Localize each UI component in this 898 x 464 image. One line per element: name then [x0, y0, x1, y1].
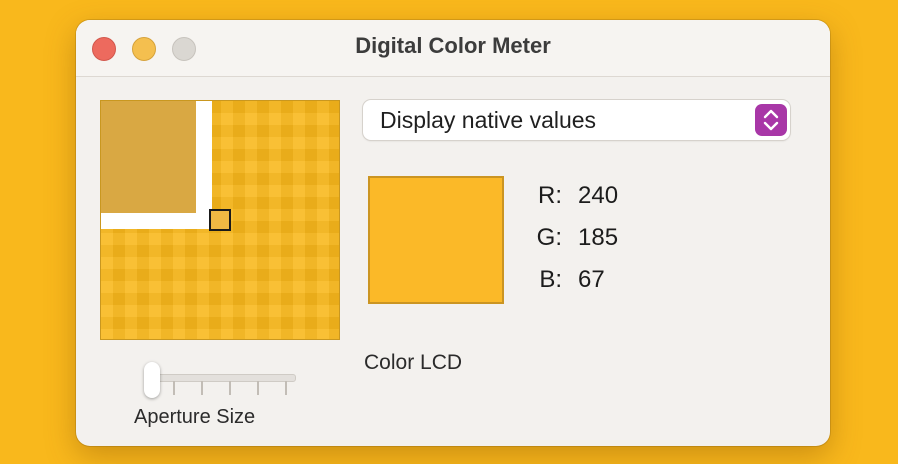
slider-tick: [257, 381, 259, 395]
magnifier-view: [100, 100, 340, 340]
aperture-size-slider[interactable]: [144, 362, 298, 398]
slider-tick: [201, 381, 203, 395]
digital-color-meter-window: Digital Color Meter Aperture Size Displa…: [76, 20, 830, 446]
titlebar: Digital Color Meter: [76, 20, 830, 77]
blue-label: B:: [539, 266, 562, 293]
display-values-dropdown[interactable]: Display native values: [363, 100, 790, 140]
aperture-indicator: [209, 209, 231, 231]
slider-tick: [285, 381, 287, 395]
slider-tick: [229, 381, 231, 395]
green-label: G:: [536, 224, 562, 251]
green-value: 185: [578, 224, 619, 251]
aperture-size-label: Aperture Size: [134, 406, 256, 428]
slider-track: [154, 374, 296, 395]
dropdown-selected-value: Display native values: [380, 107, 597, 133]
chevron-up-down-icon[interactable]: [755, 104, 787, 136]
red-value: 240: [578, 182, 619, 209]
red-label: R:: [538, 182, 562, 209]
slider-thumb[interactable]: [144, 362, 160, 398]
magnified-region: [101, 101, 196, 213]
window-title: Digital Color Meter: [355, 33, 551, 58]
magnified-window-edge-horizontal: [101, 213, 212, 229]
color-swatch: [368, 176, 504, 304]
display-name: Color LCD: [364, 351, 463, 374]
slider-tick: [173, 381, 175, 395]
blue-value: 67: [578, 266, 605, 293]
